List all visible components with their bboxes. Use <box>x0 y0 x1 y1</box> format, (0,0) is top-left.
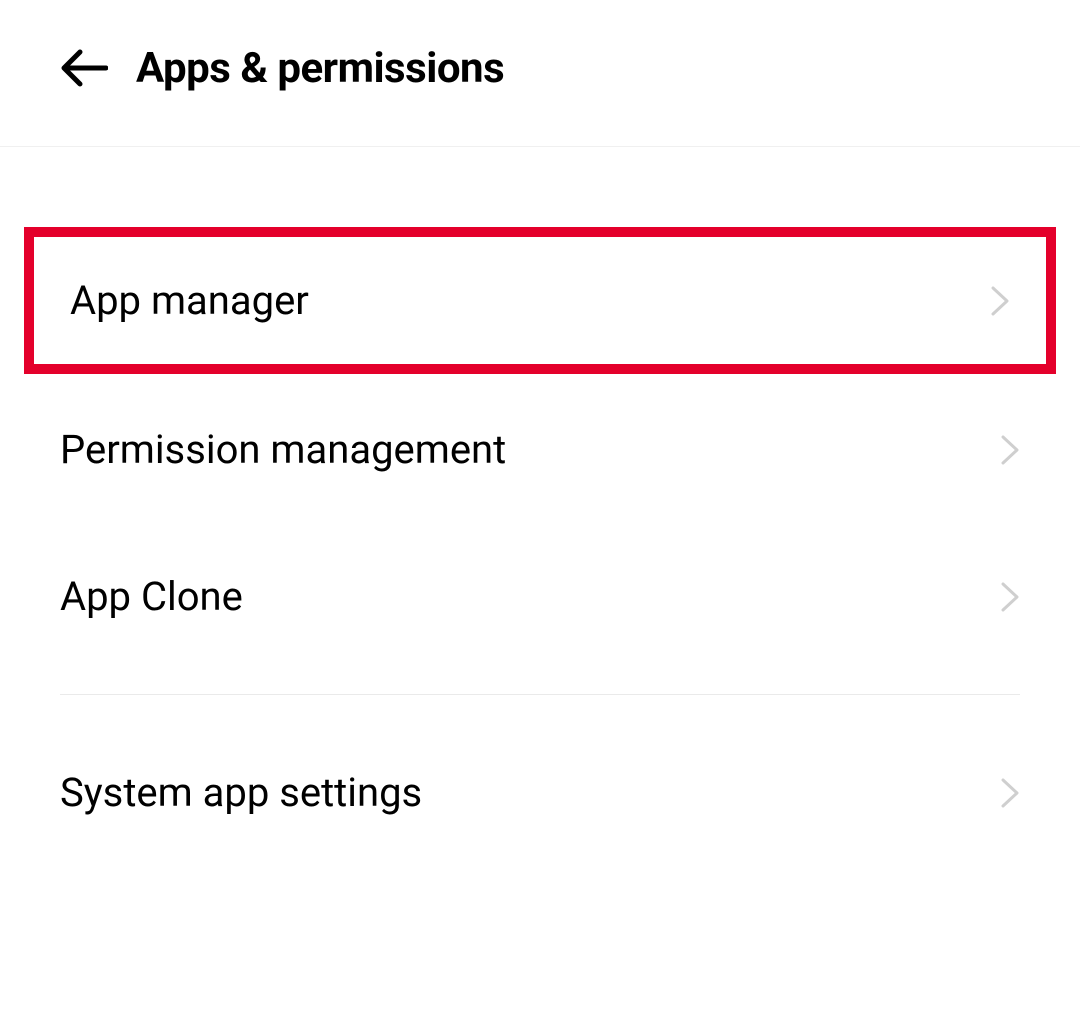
list-item-app-manager[interactable]: App manager <box>24 227 1056 374</box>
item-label: App Clone <box>60 573 243 620</box>
page-title: Apps & permissions <box>136 44 504 93</box>
back-button[interactable] <box>56 40 112 96</box>
item-label: Permission management <box>60 426 506 473</box>
header: Apps & permissions <box>0 0 1080 147</box>
chevron-right-icon <box>996 583 1024 611</box>
back-arrow-icon <box>60 48 108 88</box>
item-label: App manager <box>70 277 309 324</box>
chevron-right-icon <box>986 287 1014 315</box>
list-item-app-clone[interactable]: App Clone <box>0 523 1080 670</box>
chevron-right-icon <box>996 779 1024 807</box>
chevron-right-icon <box>996 436 1024 464</box>
item-label: System app settings <box>60 769 422 816</box>
list-item-system-app-settings[interactable]: System app settings <box>0 695 1080 866</box>
settings-list: App manager Permission management App Cl… <box>0 147 1080 866</box>
list-item-permission-management[interactable]: Permission management <box>0 376 1080 523</box>
